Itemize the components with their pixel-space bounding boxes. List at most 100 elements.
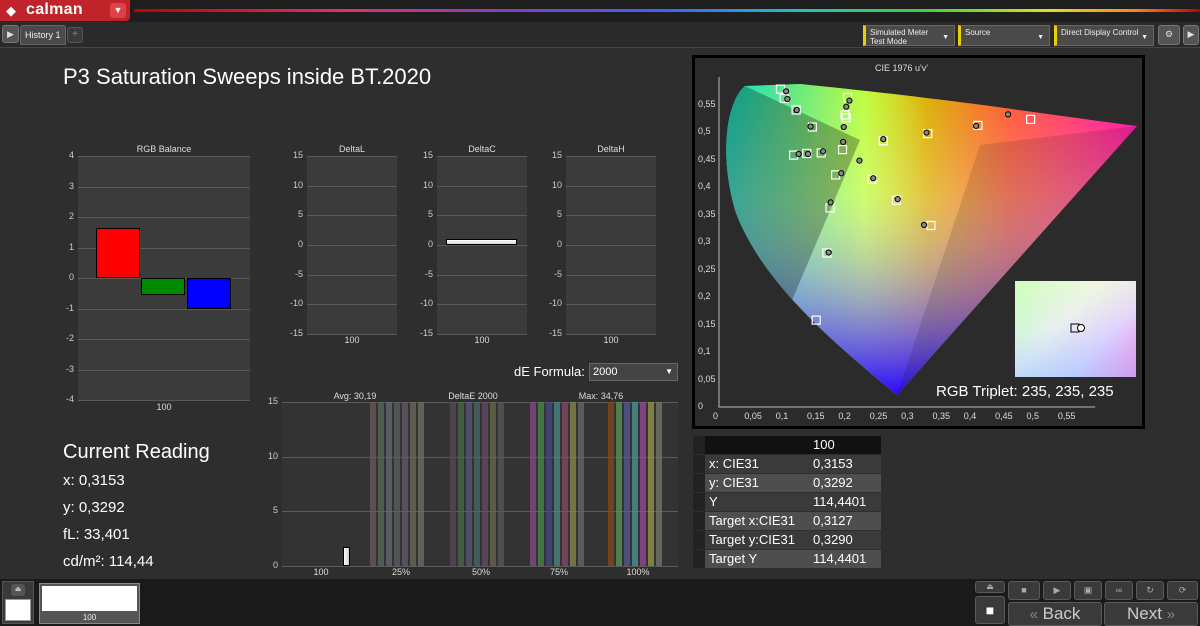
chevron-down-icon: ▼ [665,367,673,376]
header-key-cell [705,436,803,454]
gear-icon[interactable]: ⚙ [1158,25,1180,45]
deltae-bar-faded [616,402,622,566]
y-tick-label: -4 [65,394,74,404]
grid-line [437,185,527,187]
stop-button[interactable]: ■ [975,596,1005,624]
delta-panel-chart [307,156,397,335]
deltae-bar-faded [490,402,496,566]
chevron-down-icon: ▼ [110,3,126,18]
calman-logo-button[interactable]: ◆ calman ▼ [0,0,130,21]
y-tick-label: 5 [427,209,433,220]
swatch-100[interactable]: 100 [39,583,140,624]
tab-history-1[interactable]: History 1 [20,25,66,45]
eject-icon[interactable]: ⏏ [975,581,1005,593]
deltae-bar-faded [554,402,560,566]
delta-panel-title: DeltaH [597,144,625,154]
x-tick-label: 100 [313,567,329,577]
refresh-icon[interactable]: ↻ [1136,581,1164,600]
back-label: Back [1042,604,1081,623]
current-reading-title: Current Reading [63,441,210,463]
delta-panel-xlabel: 100 [344,335,360,345]
cie-x-tick: 0,5 [1026,411,1040,421]
cie-x-tick: 0,2 [838,411,851,421]
table-value: 114,4401 [803,493,881,511]
source-dropdown[interactable]: Source ▼ [958,25,1050,46]
deltae-bar-faded [624,402,630,566]
next-label: Next [1126,604,1162,623]
row-marker [693,512,705,530]
grid-line [566,215,656,217]
loop-icon[interactable]: ∞ [1105,581,1133,600]
grid-line [437,245,527,246]
grid-line [566,245,656,246]
cie-x-tick: 0,4 [963,411,977,421]
y-tick-label: 5 [297,209,303,220]
deltae-avg: Avg: 30,19 [333,391,377,401]
play-icon[interactable]: ▶ [2,25,19,43]
cie-title: CIE 1976 u'v' [875,63,928,73]
cie-x-tick: 0,45 [995,411,1013,421]
grid-line [566,274,656,276]
deltae-chart [282,402,678,567]
save-icon[interactable]: ▣ [1074,581,1102,600]
deltae-bar-faded [378,402,384,566]
deltae-bar-faded [370,402,376,566]
y-tick-label: -5 [553,268,562,279]
stop-icon[interactable]: ■ [1008,581,1040,600]
cie-y-tick: 0,55 [698,98,716,109]
sync-icon[interactable]: ⟳ [1167,581,1198,600]
y-tick-label: -1 [65,302,74,313]
cie-y-tick: 0,05 [698,373,716,384]
deltae-bar-faded [418,402,424,566]
table-header-row: 100 [693,436,881,454]
deltae-bar-faded [466,402,472,566]
grid-line [566,185,656,187]
reading-fl: fL: 33,401 [63,526,130,543]
row-marker [693,436,705,454]
eject-icon[interactable]: ⏏ [11,584,25,596]
display-control-dropdown[interactable]: Direct Display Control ▼ [1054,25,1154,46]
table-row: Target x:CIE31 0,3127 [693,512,881,530]
back-button[interactable]: « Back [1008,602,1102,626]
meter-dropdown[interactable]: Simulated Meter Test Mode ▼ [863,25,955,46]
deltae-bar-faded [648,402,654,566]
cie-x-tick: 0,05 [744,411,762,421]
x-tick-label: 25% [391,567,410,577]
title-bar: ◆ calman ▼ [0,0,1200,22]
x-tick-label: 75% [549,567,568,577]
current-swatch[interactable] [5,599,31,621]
delta-panel-chart [437,156,527,335]
toolbar: ▶ History 1 + Simulated Meter Test Mode … [0,22,1200,48]
y-tick-label: 15 [267,396,278,406]
de-formula-select[interactable]: 2000 ▼ [589,363,678,381]
bar-b [187,278,231,309]
add-tab-button[interactable]: + [67,27,83,43]
deltae-title: DeltaE 2000 [448,391,498,401]
de-formula-value: 2000 [593,366,618,378]
play-icon[interactable]: ▶ [1043,581,1071,600]
table-key: Target y:CIE31 [705,531,803,549]
grid-line [78,217,250,218]
grid-line [566,156,656,157]
deltae-bar-faded [608,402,614,566]
deltae-bar-faded [570,402,576,566]
y-tick-label: 0 [297,239,303,249]
deltae-bar-faded [482,402,488,566]
deltae-bar-faded [450,402,456,566]
next-arrow-icon: » [1166,606,1176,623]
table-header-value: 100 [803,436,881,454]
y-tick-label: -15 [289,328,303,338]
cie-y-tick: 0,4 [698,181,711,191]
deltae-bar-faded [458,402,464,566]
scroll-right-button[interactable]: ▶ [1183,25,1199,45]
deltae-bar-faded [530,402,536,566]
rgb-triplet: RGB Triplet: 235, 235, 235 [936,383,1114,400]
y-tick-label: 10 [551,179,562,190]
y-tick-label: 5 [556,209,562,220]
grid-line [307,215,397,217]
grid-line [78,369,250,371]
rgb-balance-title: RGB Balance [136,144,192,154]
next-button[interactable]: Next » [1104,602,1198,626]
cie-x-tick: 0 [713,411,719,421]
deltae-max: Max: 34,76 [578,391,624,401]
